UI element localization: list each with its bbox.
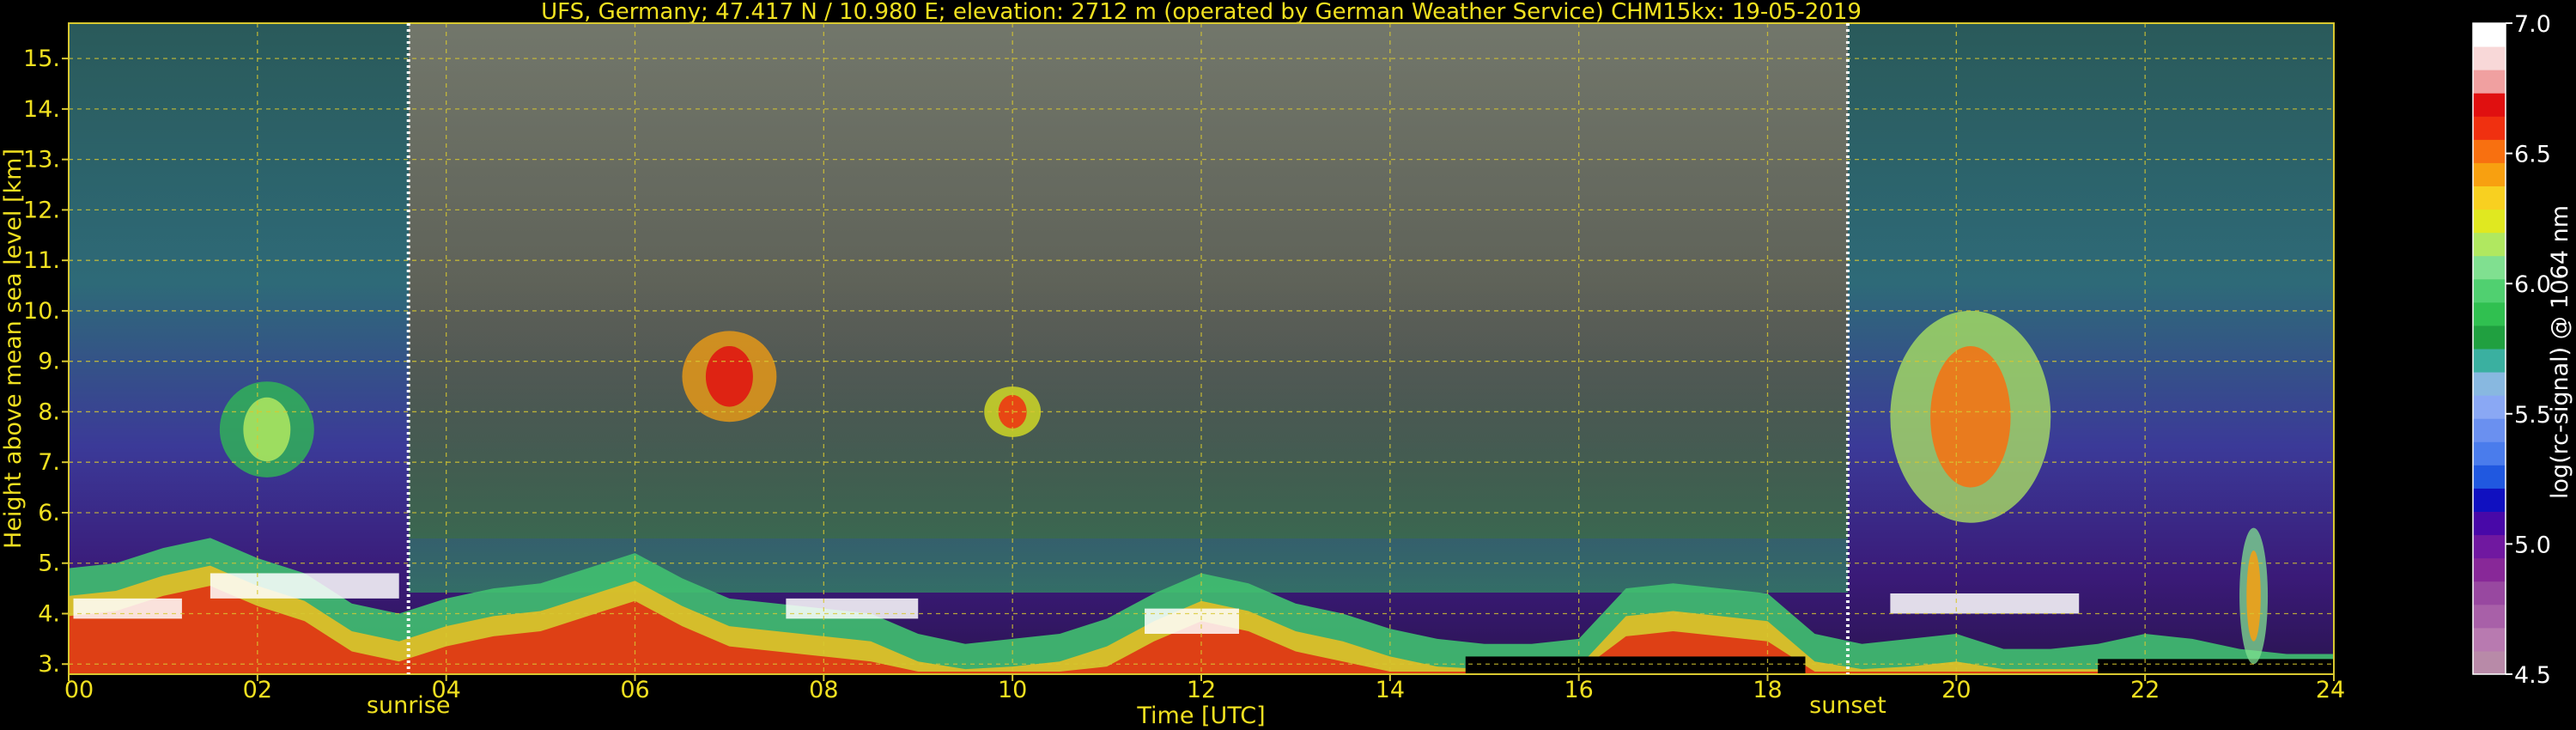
y-tick-label: 4. <box>38 600 60 627</box>
x-tick-label: 08 <box>809 677 838 703</box>
cloud-feature-core <box>705 346 753 407</box>
y-tick-label: 7. <box>38 449 60 476</box>
colorbar-segment <box>2473 255 2506 280</box>
colorbar-segment <box>2473 581 2506 605</box>
y-tick-label: 12. <box>23 197 60 223</box>
ceilometer-chart: UFS, Germany; 47.417 N / 10.980 E; eleva… <box>0 0 2573 729</box>
colorbar-segment <box>2473 395 2506 419</box>
colorbar-segment <box>2473 46 2506 70</box>
colorbar-tick-label: 7.0 <box>2514 11 2551 38</box>
cloud-feature-core <box>2246 551 2261 642</box>
x-tick-label: 20 <box>1941 677 1971 703</box>
ground-mask <box>1465 656 1806 674</box>
y-tick-label: 15. <box>23 46 60 72</box>
cloud-feature-core <box>1930 346 2011 488</box>
colorbar-segment <box>2473 372 2506 396</box>
ground-mask <box>2098 659 2334 674</box>
colorbar-segment <box>2473 162 2506 186</box>
colorbar-tick-label: 5.0 <box>2514 532 2551 558</box>
x-tick-label: 24 <box>2316 677 2345 703</box>
y-axis-label: Height above mean sea level [km] <box>0 149 27 549</box>
colorbar-segment <box>2473 116 2506 140</box>
colorbar-segment <box>2473 325 2506 350</box>
colorbar-segment <box>2473 278 2506 303</box>
colorbar-segment <box>2473 604 2506 629</box>
x-tick-label: 22 <box>2130 677 2160 703</box>
sunset-label: sunset <box>1809 692 1886 719</box>
x-tick-label: 04 <box>431 677 460 703</box>
colorbar-segment <box>2473 139 2506 163</box>
x-tick-label: 02 <box>243 677 272 703</box>
y-tick-label: 3. <box>38 651 60 678</box>
x-tick-label: 14 <box>1376 677 1405 703</box>
colorbar-segment <box>2473 650 2506 675</box>
colorbar-tick-label: 4.5 <box>2514 662 2551 689</box>
x-axis-label: Time [UTC] <box>1136 703 1265 729</box>
colorbar: 4.5 5.0 5.5 6.0 6.5 7.0 <box>2472 11 2551 689</box>
y-tick-label: 14. <box>23 96 60 123</box>
cloud-base <box>1145 608 1239 634</box>
colorbar-tick-label: 5.5 <box>2514 402 2551 429</box>
colorbar-segment <box>2473 186 2506 210</box>
y-tick-label: 10. <box>23 298 60 325</box>
x-tick-label: 06 <box>620 677 649 703</box>
chart-title: UFS, Germany; 47.417 N / 10.980 E; eleva… <box>541 0 1862 25</box>
y-axis-ticks: 3. 4. 5. 6. 7. 8. 9. 10. 11. 12. 13. 14. 15. <box>23 46 69 678</box>
colorbar-segment <box>2473 418 2506 442</box>
colorbar-segment <box>2473 441 2506 465</box>
colorbar-segment <box>2473 511 2506 536</box>
colorbar-tick-label: 6.5 <box>2514 142 2551 168</box>
cloud-feature-core <box>243 397 291 462</box>
cloud-base <box>1890 593 2080 614</box>
y-tick-label: 9. <box>38 349 60 375</box>
colorbar-segment <box>2473 534 2506 559</box>
cloud-base <box>73 598 182 619</box>
daytime-lower-haze <box>409 283 1848 593</box>
colorbar-segment <box>2473 232 2506 257</box>
colorbar-label: log(rc-signal) @ 1064 nm <box>2547 205 2573 499</box>
colorbar-segment <box>2473 465 2506 489</box>
colorbar-segment <box>2473 70 2506 94</box>
colorbar-segment <box>2473 301 2506 326</box>
y-tick-label: 6. <box>38 500 60 526</box>
y-tick-label: 5. <box>38 551 60 577</box>
colorbar-segment <box>2473 488 2506 512</box>
colorbar-segment <box>2473 93 2506 117</box>
colorbar-segment <box>2473 209 2506 234</box>
colorbar-segment <box>2473 627 2506 652</box>
cloud-base <box>210 573 399 599</box>
colorbar-segment <box>2473 557 2506 582</box>
y-tick-label: 11. <box>23 247 60 274</box>
x-tick-label: 00 <box>64 677 94 703</box>
y-tick-label: 8. <box>38 398 60 425</box>
colorbar-segment <box>2473 349 2506 373</box>
colorbar-tick-label: 6.0 <box>2514 271 2551 298</box>
cloud-base <box>786 598 919 619</box>
colorbar-segment <box>2473 23 2506 47</box>
x-tick-label: 16 <box>1564 677 1593 703</box>
x-tick-label: 12 <box>1187 677 1216 703</box>
y-tick-label: 13. <box>23 147 60 173</box>
x-tick-label: 18 <box>1753 677 1782 703</box>
x-tick-label: 10 <box>998 677 1027 703</box>
